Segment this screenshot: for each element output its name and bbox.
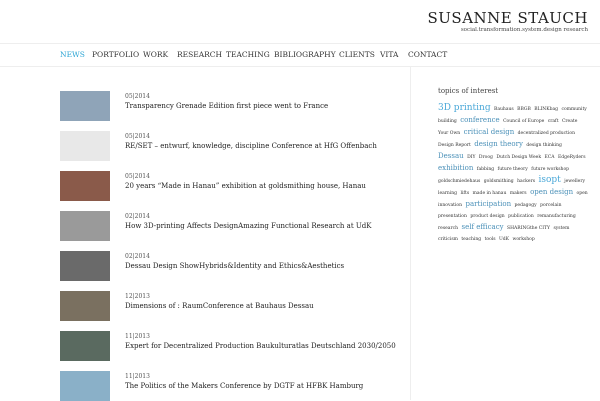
sidebar-heading: topics of interest (438, 87, 499, 95)
tag-link[interactable]: Droog (479, 155, 493, 160)
post-title-link[interactable]: How 3D-printing Affects DesignAmazing Fu… (125, 222, 371, 230)
tag-link[interactable]: DIY (467, 155, 475, 160)
nav-item-teaching[interactable]: TEACHING (226, 50, 270, 59)
tag-link[interactable]: publication (508, 214, 534, 219)
post-title-link[interactable]: Dimensions of : RaumConference at Bauhau… (125, 302, 314, 310)
tag-link[interactable]: jewellery (564, 179, 585, 184)
tag-link[interactable]: BBGB (517, 107, 531, 112)
site-title[interactable]: SUSANNE STAUCH (428, 9, 589, 27)
tag-link[interactable]: goldschmiedehaus (438, 179, 480, 184)
tag-link[interactable]: design theory (474, 140, 523, 148)
post-thumbnail[interactable] (60, 211, 110, 241)
post-thumbnail[interactable] (60, 91, 110, 121)
tag-link[interactable]: EdgeRyders (558, 155, 586, 160)
tag-link[interactable]: made in hanau (473, 191, 507, 196)
tag-link[interactable]: self efficacy (461, 223, 503, 231)
tag-link[interactable]: Design Report (438, 143, 471, 148)
tag-link[interactable]: pedagogy (515, 203, 537, 208)
tag-link[interactable]: presentation (438, 214, 467, 219)
post-thumbnail[interactable] (60, 371, 110, 401)
tag-link[interactable]: craft (548, 119, 559, 124)
nav-item-contact[interactable]: CONTACT (408, 50, 447, 59)
nav-item-portfolio[interactable]: PORTFOLIO (92, 50, 139, 59)
post-thumbnail[interactable] (60, 331, 110, 361)
tag-link[interactable]: research (438, 226, 458, 231)
post-thumbnail[interactable] (60, 291, 110, 321)
tag-link[interactable]: BLINKbag (534, 107, 558, 112)
nav-item-news[interactable]: NEWS (60, 50, 85, 59)
post-date: 11|2013 (125, 333, 150, 340)
post-title-link[interactable]: 20 years “Made in Hanau” exhibition at g… (125, 182, 366, 190)
post-date: 05|2014 (125, 93, 150, 100)
nav-item-bibliography[interactable]: BIBLIOGRAPHY (274, 50, 336, 59)
tag-link[interactable]: SHARINGthe CITY (507, 226, 550, 231)
post-thumbnail[interactable] (60, 131, 110, 161)
tag-cloud: 3D printing Bauhaus BBGB BLINKbag commun… (438, 103, 588, 245)
tag-link[interactable]: tools (485, 237, 496, 242)
tag-link[interactable]: conference (460, 116, 499, 124)
tag-link[interactable]: Bauhaus (494, 107, 514, 112)
post-title-link[interactable]: Expert for Decentralized Production Bauk… (125, 342, 396, 350)
tag-link[interactable]: Dutch Design Week (496, 155, 541, 160)
post-date: 02|2014 (125, 253, 150, 260)
tag-link[interactable]: design thinking (526, 143, 562, 148)
tag-link[interactable]: fabbing (477, 167, 494, 172)
tag-link[interactable]: critical design (464, 128, 515, 136)
post-title-link[interactable]: RE/SET – entwurf, knowledge, discipline … (125, 142, 377, 150)
post-title-link[interactable]: Dessau Design ShowHybrids&Identity and E… (125, 262, 344, 270)
tag-link[interactable]: UdK (499, 237, 509, 242)
post-thumbnail[interactable] (60, 251, 110, 281)
tag-link[interactable]: makers (510, 191, 527, 196)
tag-link[interactable]: remanufacturing (537, 214, 576, 219)
post-date: 11|2013 (125, 373, 150, 380)
tag-link[interactable]: goldsmithing (484, 179, 514, 184)
tag-link[interactable]: isopt (538, 175, 560, 185)
nav-item-clients[interactable]: CLIENTS (339, 50, 375, 59)
tag-link[interactable]: lifts (461, 191, 470, 196)
post-date: 12|2013 (125, 293, 150, 300)
tag-link[interactable]: decentralized production (518, 131, 575, 136)
tag-link[interactable]: hackers (517, 179, 535, 184)
site-tagline: social.transformation.system.design rese… (460, 27, 588, 33)
tag-link[interactable]: learning (438, 191, 457, 196)
tag-link[interactable]: future theory (498, 167, 528, 172)
tag-link[interactable]: open design (530, 188, 573, 196)
post-thumbnail[interactable] (60, 171, 110, 201)
tag-link[interactable]: Council of Europe (503, 119, 544, 124)
main-nav: NEWS PORTFOLIO WORK RESEARCH TEACHING BIBLIOG… (0, 43, 600, 67)
tag-link[interactable]: product design (470, 214, 504, 219)
post-title-link[interactable]: Transparency Grenade Edition first piece… (125, 102, 328, 110)
site-branding: SUSANNE STAUCH social.transformation.sys… (428, 9, 589, 33)
post-date: 02|2014 (125, 213, 150, 220)
post-date: 05|2014 (125, 173, 150, 180)
nav-item-vita[interactable]: VITA (380, 50, 398, 59)
tag-link[interactable]: 3D printing (438, 103, 491, 113)
nav-item-research[interactable]: RESEARCH (177, 50, 222, 59)
tag-link[interactable]: future workshop (531, 167, 569, 172)
post-title-link[interactable]: The Politics of the Makers Conference by… (125, 382, 363, 390)
tag-link[interactable]: porcelain (540, 203, 561, 208)
tag-link[interactable]: Dessau (438, 152, 464, 160)
nav-item-work[interactable]: WORK (143, 50, 168, 59)
tag-link[interactable]: exhibition (438, 164, 473, 172)
post-date: 05|2014 (125, 133, 150, 140)
tag-link[interactable]: teaching (461, 237, 481, 242)
tag-link[interactable]: ECA (545, 155, 555, 160)
tag-link[interactable]: workshop (512, 237, 534, 242)
divider (410, 66, 411, 400)
sidebar: topics of interest 3D printing Bauhaus B… (438, 87, 588, 245)
tag-link[interactable]: participation (465, 200, 511, 208)
